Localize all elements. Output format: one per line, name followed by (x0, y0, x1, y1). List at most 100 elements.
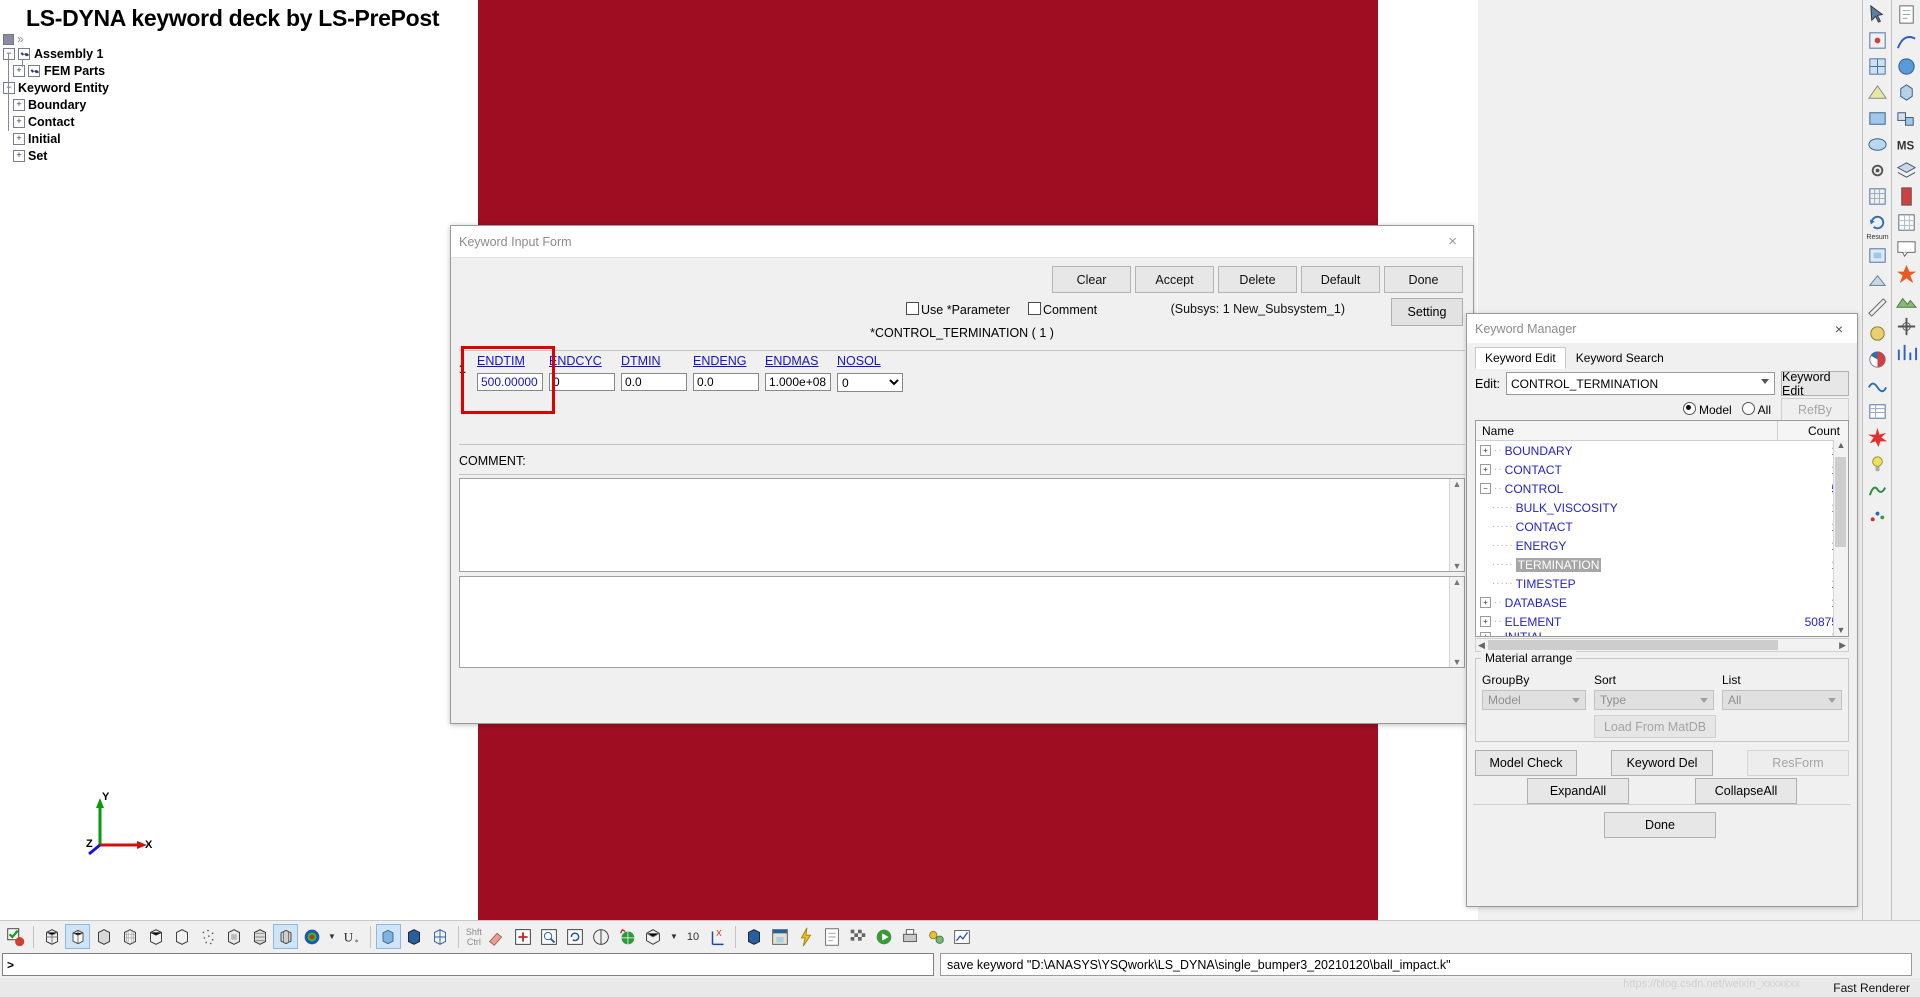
fit-view-icon[interactable] (1866, 244, 1889, 267)
keyword-name-selected[interactable]: TERMINATION (1515, 557, 1602, 572)
document-list-icon[interactable] (819, 924, 844, 949)
transparent-view-icon[interactable] (428, 924, 453, 949)
tab-keyword-search[interactable]: Keyword Search (1565, 347, 1674, 369)
home-view-icon[interactable] (767, 924, 792, 949)
element-normal-icon[interactable] (247, 924, 272, 949)
color-palette-icon[interactable] (1866, 348, 1889, 371)
print-icon[interactable] (897, 924, 922, 949)
table-row-selected[interactable]: ·····TERMINATION 1 (1476, 555, 1848, 574)
cursor-select-icon[interactable] (1866, 3, 1889, 26)
km-action-buttons[interactable]: Model Check Keyword Del ResForm (1475, 750, 1849, 776)
keyword-name[interactable]: CONTACT (1505, 463, 1562, 477)
expander-plus-icon[interactable]: + (13, 64, 25, 77)
expander-plus-icon[interactable]: + (13, 98, 25, 111)
close-icon[interactable]: × (1440, 233, 1465, 250)
expander-minus-icon[interactable]: − (1480, 483, 1491, 494)
clip-plane-icon[interactable] (641, 924, 666, 949)
fringe-plot-icon[interactable] (299, 924, 324, 949)
endcyc-input[interactable] (549, 373, 615, 391)
curve-plot-icon[interactable] (1895, 29, 1918, 52)
expander-plus-icon[interactable]: + (13, 149, 25, 162)
crosshair-icon[interactable] (1895, 315, 1918, 338)
field-label-nosol[interactable]: NOSOL (837, 354, 903, 368)
km-scope-radios[interactable]: Model All RefBy (1682, 398, 1849, 421)
scrollbar-vertical[interactable]: ▲ ▼ (1833, 440, 1848, 636)
sphere-icon[interactable] (1895, 55, 1918, 78)
expander-plus-icon[interactable]: + (1480, 464, 1491, 475)
blast-icon[interactable] (1895, 263, 1918, 286)
solid-view-icon[interactable] (375, 924, 401, 949)
reset-view-icon[interactable] (1866, 211, 1889, 234)
pan-icon[interactable] (511, 924, 536, 949)
delete-button[interactable]: Delete (1218, 266, 1297, 293)
table-row[interactable]: ·····TIMESTEP 1 (1476, 574, 1848, 593)
comment-textarea[interactable]: ▲ ▼ (459, 478, 1465, 572)
checkbox-icon[interactable] (906, 302, 919, 315)
checkerboard-icon[interactable] (845, 924, 870, 949)
km-tabs[interactable]: Keyword Edit Keyword Search (1475, 347, 1674, 369)
table-row[interactable]: ·····ENERGY 1 (1476, 536, 1848, 555)
table-row[interactable]: ·····CONTACT 1 (1476, 517, 1848, 536)
endeng-input[interactable] (693, 373, 759, 391)
field-endmas[interactable]: ENDMAS (765, 354, 831, 391)
scrollbar-vertical[interactable]: ▲ ▼ (1449, 577, 1464, 667)
contour-icon[interactable] (1866, 478, 1889, 501)
km-done-button[interactable]: Done (1604, 812, 1716, 838)
expander-plus-icon[interactable]: + (1480, 631, 1491, 636)
field-label-endeng[interactable]: ENDENG (693, 354, 759, 368)
lightbulb-icon[interactable] (1866, 452, 1889, 475)
table-row[interactable]: +··BOUNDARY 1 (1476, 441, 1848, 460)
shrink-elements-icon[interactable] (221, 924, 246, 949)
ms-text-icon[interactable]: MS (1895, 133, 1918, 156)
analysis-icon[interactable] (1895, 341, 1918, 364)
expander-plus-icon[interactable]: + (1480, 445, 1491, 456)
list-field[interactable]: List All (1722, 673, 1842, 710)
accept-button[interactable]: Accept (1135, 266, 1214, 293)
expand-all-button[interactable]: ExpandAll (1527, 778, 1629, 804)
mesh-icon[interactable] (1866, 185, 1889, 208)
collapse-all-button[interactable]: CollapseAll (1695, 778, 1797, 804)
field-label-endtim[interactable]: ENDTIM (477, 354, 543, 368)
play-animation-icon[interactable] (871, 924, 896, 949)
document-icon[interactable] (1895, 3, 1918, 26)
table-icon[interactable] (1866, 400, 1889, 423)
explosion-icon[interactable] (1866, 426, 1889, 449)
field-dtmin[interactable]: DTMIN (621, 354, 687, 391)
segment-icon[interactable] (1866, 81, 1889, 104)
keyword-name[interactable]: DATABASE (1505, 596, 1567, 610)
keyword-manager-dialog[interactable]: Keyword Manager × Keyword Edit Keyword S… (1466, 313, 1858, 907)
check-model-icon[interactable] (3, 924, 28, 949)
close-icon[interactable]: × (1829, 321, 1849, 337)
scrollbar-thumb[interactable] (1488, 640, 1778, 650)
keyword-name[interactable]: ENERGY (1516, 539, 1567, 553)
rotate-icon[interactable] (563, 924, 588, 949)
node-cloud-icon[interactable] (195, 924, 220, 949)
keyword-field-area[interactable]: 1 ENDTIM ENDCYC DTMIN ENDENG ENDMAS NOSO… (459, 346, 1465, 444)
expander-plus-icon[interactable]: + (13, 115, 25, 128)
eraser-icon[interactable] (485, 924, 510, 949)
radio-all[interactable]: All (1741, 402, 1771, 417)
chevron-down-icon[interactable] (1761, 379, 1769, 384)
tree-item-fem-parts[interactable]: + FEM Parts (13, 62, 473, 79)
field-endtim[interactable]: ENDTIM (477, 354, 543, 391)
annotation-icon[interactable] (1895, 237, 1918, 260)
keyword-type-combobox[interactable]: CONTROL_TERMINATION (1506, 372, 1775, 395)
command-input[interactable]: > (2, 953, 934, 976)
field-nosol[interactable]: NOSOL 0 (837, 354, 903, 392)
tree-item-set[interactable]: + Set (13, 147, 473, 164)
tree-root-row[interactable]: » (3, 32, 24, 46)
field-label-endcyc[interactable]: ENDCYC (549, 354, 615, 368)
group-objects-icon[interactable] (1895, 107, 1918, 130)
field-label-endmas[interactable]: ENDMAS (765, 354, 831, 368)
command-bar[interactable]: > save keyword "D:\ANASYS\YSQwork\LS_DYN… (0, 951, 1920, 978)
keyword-name[interactable]: BOUNDARY (1505, 444, 1573, 458)
edge-view-icon[interactable] (169, 924, 194, 949)
dark-solid-icon[interactable] (402, 924, 427, 949)
list-select[interactable]: All (1722, 690, 1842, 710)
keyword-name[interactable]: CONTROL (1505, 482, 1564, 496)
checkbox-checked-icon[interactable] (18, 47, 30, 60)
endmas-input[interactable] (765, 373, 831, 391)
expander-plus-icon[interactable]: + (1480, 597, 1491, 608)
tree-item-assembly-1[interactable]: − Assembly 1 (3, 45, 473, 62)
table-row[interactable]: + ·· ELEMENT 50875 (1476, 612, 1848, 631)
